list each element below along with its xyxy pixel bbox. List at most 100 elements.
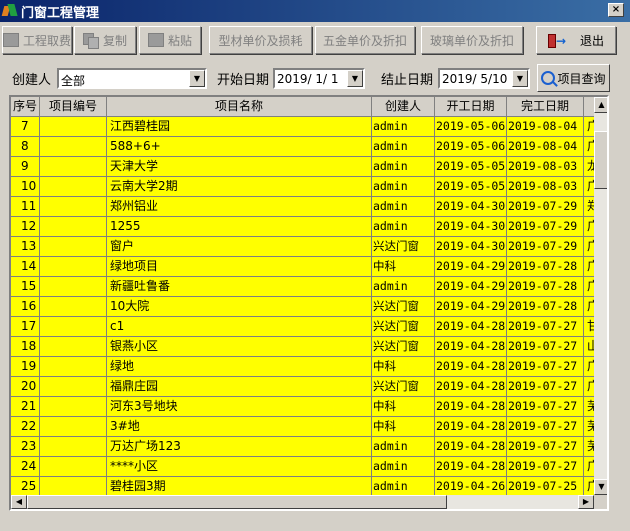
cell-project-name[interactable]: 新疆吐鲁番 [107,277,372,297]
cell-seq[interactable]: 18 [11,337,40,357]
cell-project-name[interactable]: 10大院 [107,297,372,317]
cell-creator[interactable]: admin [372,157,435,177]
cell-extra[interactable]: 广 [584,117,594,137]
table-row[interactable]: 13 窗户兴达门窗2019-04-302019-07-29广 [11,237,594,257]
cell-seq[interactable]: 19 [11,357,40,377]
cell-extra[interactable]: 广 [584,137,594,157]
cell-project-code[interactable] [40,137,107,157]
scroll-right-icon[interactable]: ▶ [578,495,594,509]
cell-extra[interactable]: 广 [584,277,594,297]
cell-extra[interactable]: 甘 [584,317,594,337]
cell-project-code[interactable] [40,117,107,137]
cell-extra[interactable]: 广 [584,477,594,497]
profile-price-button[interactable]: 型材单价及损耗 [209,26,312,54]
cell-end-date[interactable]: 2019-07-29 [507,237,584,257]
cell-project-code[interactable] [40,357,107,377]
cell-seq[interactable]: 21 [11,397,40,417]
cell-project-name[interactable]: 郑州铝业 [107,197,372,217]
cell-creator[interactable]: admin [372,197,435,217]
cell-project-code[interactable] [40,277,107,297]
horizontal-scroll-thumb[interactable] [27,495,447,509]
cell-creator[interactable]: 中科 [372,417,435,437]
cell-start-date[interactable]: 2019-04-29 [435,277,507,297]
cell-end-date[interactable]: 2019-08-04 [507,117,584,137]
cell-creator[interactable]: 兴达门窗 [372,377,435,397]
project-table[interactable]: 序号 项目编号 项目名称 创建人 开工日期 完工日期 7 江西碧桂园 admin 2019-05… [9,95,609,511]
cell-creator[interactable]: 中科 [372,397,435,417]
end-date-picker[interactable]: 2019/ 5/10 ▼ [438,68,530,89]
cell-creator[interactable]: 兴达门窗 [372,297,435,317]
cell-end-date[interactable]: 2019-07-28 [507,277,584,297]
cell-project-name[interactable]: 碧桂园3期 [107,477,372,497]
cell-project-code[interactable] [40,377,107,397]
cell-end-date[interactable]: 2019-07-27 [507,437,584,457]
header-col-project-code[interactable]: 项目编号 [40,97,107,117]
header-col-seq[interactable]: 序号 [11,97,40,117]
cell-project-code[interactable] [40,317,107,337]
table-row[interactable]: 9 天津大学admin2019-05-052019-08-03龙 [11,157,594,177]
cell-start-date[interactable]: 2019-04-28 [435,317,507,337]
table-row[interactable]: 11 郑州铝业admin2019-04-302019-07-29郑 [11,197,594,217]
start-date-picker[interactable]: 2019/ 1/ 1 ▼ [273,68,365,89]
cell-seq[interactable]: 25 [11,477,40,497]
table-row[interactable]: 16 10大院兴达门窗2019-04-292019-07-28广 [11,297,594,317]
cell-extra[interactable]: 芜 [584,417,594,437]
table-row[interactable]: 7 江西碧桂园admin2019-05-062019-08-04广 [11,117,594,137]
project-query-button[interactable]: 项目查询 [537,64,610,92]
cell-seq[interactable]: 14 [11,257,40,277]
cell-start-date[interactable]: 2019-05-06 [435,137,507,157]
window-close-button[interactable]: × [608,3,624,17]
project-fee-button[interactable]: 工程取费 [2,26,72,54]
cell-project-name[interactable]: 福鼎庄园 [107,377,372,397]
cell-extra[interactable]: 广 [584,457,594,477]
cell-extra[interactable]: 广 [584,237,594,257]
cell-creator[interactable]: admin [372,137,435,157]
cell-project-name[interactable]: 万达广场123 [107,437,372,457]
cell-seq[interactable]: 22 [11,417,40,437]
cell-end-date[interactable]: 2019-07-29 [507,217,584,237]
cell-project-code[interactable] [40,157,107,177]
cell-extra[interactable]: 广 [584,177,594,197]
cell-start-date[interactable]: 2019-05-05 [435,157,507,177]
cell-project-name[interactable]: 江西碧桂园 [107,117,372,137]
cell-project-name[interactable]: 3#地 [107,417,372,437]
cell-seq[interactable]: 20 [11,377,40,397]
cell-start-date[interactable]: 2019-04-28 [435,437,507,457]
cell-project-code[interactable] [40,197,107,217]
cell-creator[interactable]: admin [372,217,435,237]
cell-end-date[interactable]: 2019-07-27 [507,337,584,357]
cell-start-date[interactable]: 2019-04-28 [435,357,507,377]
cell-creator[interactable]: admin [372,437,435,457]
cell-extra[interactable]: 郑 [584,197,594,217]
table-row[interactable]: 25 碧桂园3期admin2019-04-262019-07-25广 [11,477,594,497]
table-row[interactable]: 21 河东3号地块中科2019-04-282019-07-27芜 [11,397,594,417]
table-row[interactable]: 14 绿地项目中科2019-04-292019-07-28广 [11,257,594,277]
cell-seq[interactable]: 7 [11,117,40,137]
cell-creator[interactable]: 中科 [372,257,435,277]
scroll-up-icon[interactable]: ▲ [594,97,607,113]
cell-start-date[interactable]: 2019-04-30 [435,237,507,257]
cell-seq[interactable]: 16 [11,297,40,317]
scroll-left-icon[interactable]: ◀ [11,495,27,509]
cell-creator[interactable]: admin [372,277,435,297]
header-col-project-name[interactable]: 项目名称 [107,97,372,117]
cell-end-date[interactable]: 2019-08-04 [507,137,584,157]
cell-seq[interactable]: 12 [11,217,40,237]
cell-end-date[interactable]: 2019-07-27 [507,317,584,337]
cell-project-code[interactable] [40,257,107,277]
table-row[interactable]: 18 银燕小区兴达门窗2019-04-282019-07-27山 [11,337,594,357]
cell-project-code[interactable] [40,437,107,457]
cell-creator[interactable]: 兴达门窗 [372,237,435,257]
cell-project-code[interactable] [40,297,107,317]
cell-project-code[interactable] [40,217,107,237]
cell-project-code[interactable] [40,477,107,497]
cell-project-name[interactable]: c1 [107,317,372,337]
cell-start-date[interactable]: 2019-05-06 [435,117,507,137]
header-col-start-date[interactable]: 开工日期 [435,97,507,117]
cell-creator[interactable]: admin [372,177,435,197]
cell-seq[interactable]: 13 [11,237,40,257]
cell-extra[interactable]: 广 [584,257,594,277]
cell-extra[interactable]: 龙 [584,157,594,177]
table-row[interactable]: 10 云南大学2期admin2019-05-052019-08-03广 [11,177,594,197]
cell-seq[interactable]: 11 [11,197,40,217]
